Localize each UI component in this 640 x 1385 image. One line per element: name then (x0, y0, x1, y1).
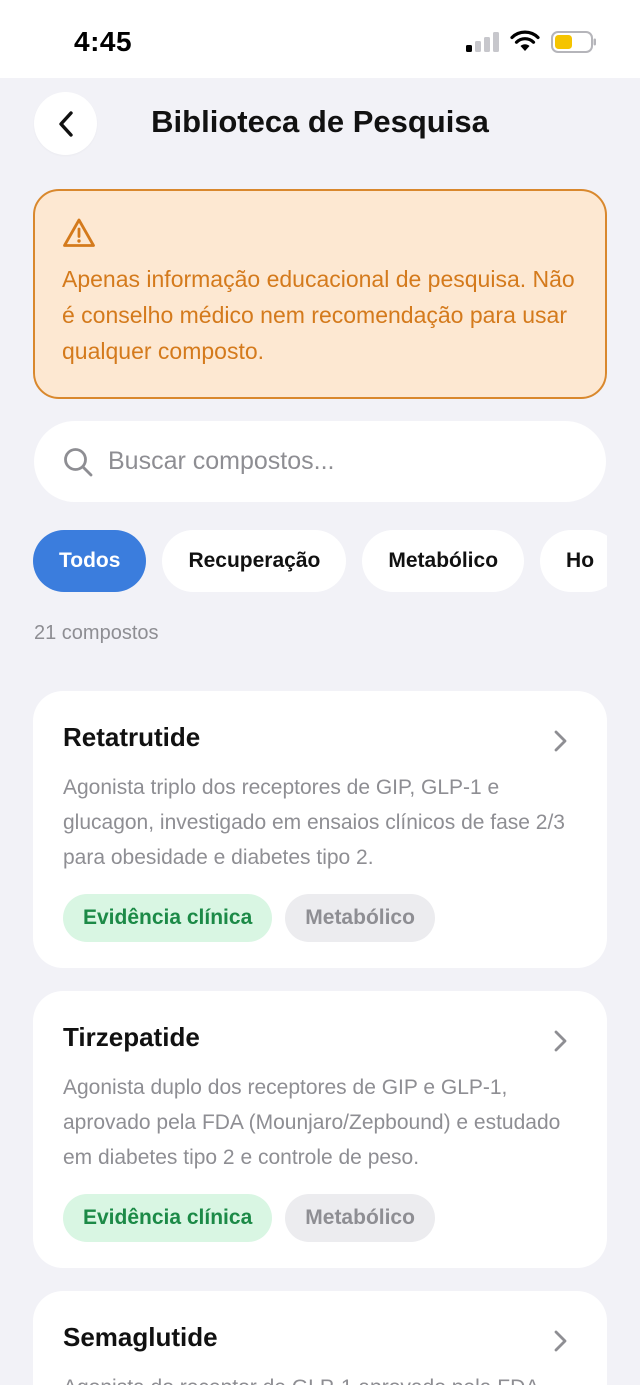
status-bar: 4:45 (0, 0, 640, 78)
chevron-right-icon (554, 1330, 567, 1352)
filter-chip-recuperacao[interactable]: Recuperação (162, 530, 347, 592)
evidence-tag: Evidência clínica (63, 1194, 273, 1242)
compound-name: Retatrutide (63, 722, 201, 752)
evidence-tag: Evidência clínica (63, 894, 273, 942)
filter-chips: Todos Recuperação Metabólico Ho (33, 530, 607, 594)
disclaimer-text: Apenas informação educacional de pesquis… (62, 266, 575, 364)
disclaimer-banner: Apenas informação educacional de pesquis… (33, 189, 607, 399)
category-tag: Metabólico (285, 1194, 435, 1242)
search-input[interactable] (108, 447, 568, 476)
battery-icon (551, 31, 596, 53)
search-bar[interactable] (34, 421, 606, 502)
status-time: 4:45 (74, 26, 133, 57)
warning-triangle-icon (63, 218, 95, 247)
search-icon (64, 447, 93, 476)
wifi-icon (510, 30, 540, 51)
signal-icon (466, 32, 499, 52)
page-title: Biblioteca de Pesquisa (151, 104, 489, 139)
compound-name: Semaglutide (63, 1322, 218, 1352)
category-tag: Metabólico (285, 894, 435, 942)
chevron-right-icon (554, 730, 567, 752)
filter-chip-hormonal[interactable]: Ho (540, 530, 607, 592)
compound-name: Tirzepatide (63, 1022, 200, 1052)
results-count: 21 compostos (34, 622, 159, 644)
filter-chip-metabolico[interactable]: Metabólico (362, 530, 525, 592)
compound-card[interactable]: Tirzepatide Agonista duplo dos receptore… (33, 991, 607, 1268)
compound-card[interactable]: Semaglutide Agonista do receptor de GLP-… (33, 1291, 607, 1385)
compound-description: Agonista do receptor de GLP-1 aprovado p… (63, 1370, 575, 1385)
compound-description: Agonista duplo dos receptores de GIP e G… (63, 1076, 561, 1169)
compound-description: Agonista triplo dos receptores de GIP, G… (63, 776, 565, 869)
chevron-right-icon (554, 1030, 567, 1052)
filter-chip-todos[interactable]: Todos (33, 530, 147, 592)
compound-card[interactable]: Retatrutide Agonista triplo dos receptor… (33, 691, 607, 968)
